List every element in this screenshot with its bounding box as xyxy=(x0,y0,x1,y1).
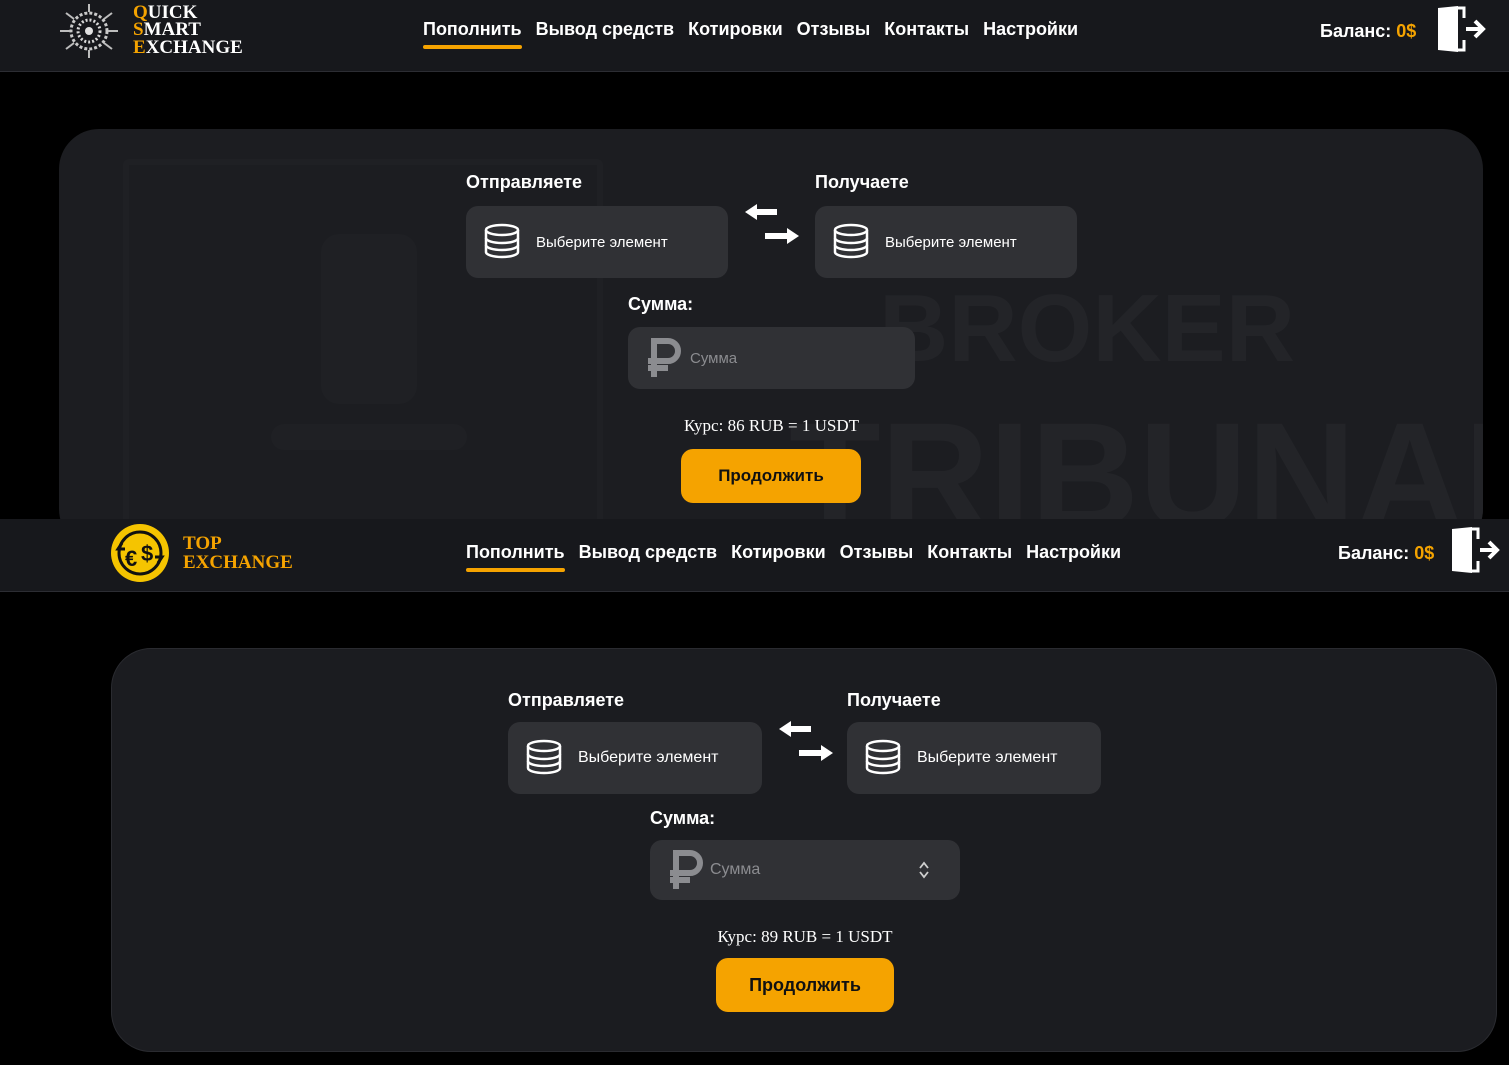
nav-contacts[interactable]: Контакты xyxy=(927,542,1012,563)
site-logo-text: QUICK SMART EXCHANGE xyxy=(133,2,243,58)
coins-icon xyxy=(484,223,520,259)
watermark-text-1: BROKER xyxy=(879,275,1296,382)
send-label: Отправляете xyxy=(466,172,583,192)
coins-icon xyxy=(526,739,562,775)
nav-settings[interactable]: Настройки xyxy=(1026,542,1121,563)
swap-arrows-icon[interactable] xyxy=(775,719,837,767)
exchange-rate: Курс: 89 RUB = 1 USDT xyxy=(717,927,893,946)
receive-label: Получаете xyxy=(847,690,941,710)
amount-input[interactable]: Сумма xyxy=(650,840,960,900)
receive-currency-select[interactable]: Выберите элемент xyxy=(847,722,1101,794)
nav-withdraw[interactable]: Вывод средств xyxy=(536,19,674,40)
send-currency-select[interactable]: Выберите элемент xyxy=(508,722,762,794)
top-screenshot: QUICK SMART EXCHANGE Пополнить Вывод сре… xyxy=(0,0,1509,519)
amount-label: Сумма: xyxy=(650,808,716,828)
nav-deposit[interactable]: Пополнить xyxy=(423,19,522,49)
bottom-header: € $ TOP EXCHANGE Пополнить Вывод средств… xyxy=(0,519,1509,592)
send-select-text: Выберите элемент xyxy=(536,233,668,251)
balance-label: Баланс: xyxy=(1320,21,1392,41)
send-currency-select[interactable]: Выберите элемент xyxy=(466,206,728,278)
svg-text:$: $ xyxy=(141,541,153,566)
coins-icon xyxy=(833,223,869,259)
ruble-icon xyxy=(670,850,703,889)
bottom-screenshot: € $ TOP EXCHANGE Пополнить Вывод средств… xyxy=(0,519,1509,1065)
receive-select-text: Выберите элемент xyxy=(917,749,1058,766)
nav-quotes[interactable]: Котировки xyxy=(731,542,826,563)
main-nav: Пополнить Вывод средств Котировки Отзывы… xyxy=(466,542,1121,572)
exchange-rate: Курс: 86 RUB = 1 USDT xyxy=(683,416,859,435)
logout-door-icon[interactable] xyxy=(1436,4,1486,54)
receive-label: Получаете xyxy=(815,172,909,192)
balance-value: 0$ xyxy=(1396,21,1417,41)
nav-settings[interactable]: Настройки xyxy=(983,19,1078,40)
svg-text:€: € xyxy=(125,546,137,571)
ruble-icon xyxy=(648,338,681,377)
number-stepper-icon[interactable] xyxy=(918,860,930,880)
balance-value: 0$ xyxy=(1414,543,1435,563)
send-label: Отправляете xyxy=(508,690,625,710)
balance-label: Баланс: xyxy=(1338,543,1410,563)
coins-icon xyxy=(865,739,901,775)
amount-input[interactable]: Сумма xyxy=(628,327,915,389)
nav-quotes[interactable]: Котировки xyxy=(688,19,783,40)
nav-withdraw[interactable]: Вывод средств xyxy=(579,542,717,563)
receive-currency-select[interactable]: Выберите элемент xyxy=(815,206,1077,278)
nav-reviews[interactable]: Отзывы xyxy=(797,19,871,40)
nav-reviews[interactable]: Отзывы xyxy=(840,542,914,563)
send-select-text: Выберите элемент xyxy=(578,749,719,766)
watermark-text-2: TRIBUNAL xyxy=(789,391,1483,519)
continue-button[interactable]: Продолжить xyxy=(681,449,861,503)
site-logo-text: TOP EXCHANGE xyxy=(183,533,293,573)
exchange-card: BROKER TRIBUNAL Отправляете Получаете Вы… xyxy=(59,129,1483,519)
amount-label: Сумма: xyxy=(628,294,694,314)
top-header: QUICK SMART EXCHANGE Пополнить Вывод сре… xyxy=(0,0,1509,72)
continue-button[interactable]: Продолжить xyxy=(716,958,894,1012)
main-nav: Пополнить Вывод средств Котировки Отзывы… xyxy=(423,19,1078,49)
amount-placeholder: Сумма xyxy=(710,861,761,878)
logout-door-icon[interactable] xyxy=(1450,525,1500,575)
swap-arrows-icon[interactable] xyxy=(741,202,803,250)
nav-deposit[interactable]: Пополнить xyxy=(466,542,565,572)
watermark-gavel-base xyxy=(271,424,467,450)
balance-display: Баланс: 0$ xyxy=(1320,21,1416,42)
amount-placeholder: Сумма xyxy=(690,349,738,367)
circuit-globe-icon xyxy=(60,4,118,58)
euro-dollar-coin-icon: € $ xyxy=(111,524,169,582)
exchange-card: Отправляете Получаете Выберите элемент В… xyxy=(111,648,1497,1052)
balance-display: Баланс: 0$ xyxy=(1338,543,1434,564)
watermark-gavel-head xyxy=(321,234,417,404)
nav-contacts[interactable]: Контакты xyxy=(884,19,969,40)
receive-select-text: Выберите элемент xyxy=(885,233,1017,251)
